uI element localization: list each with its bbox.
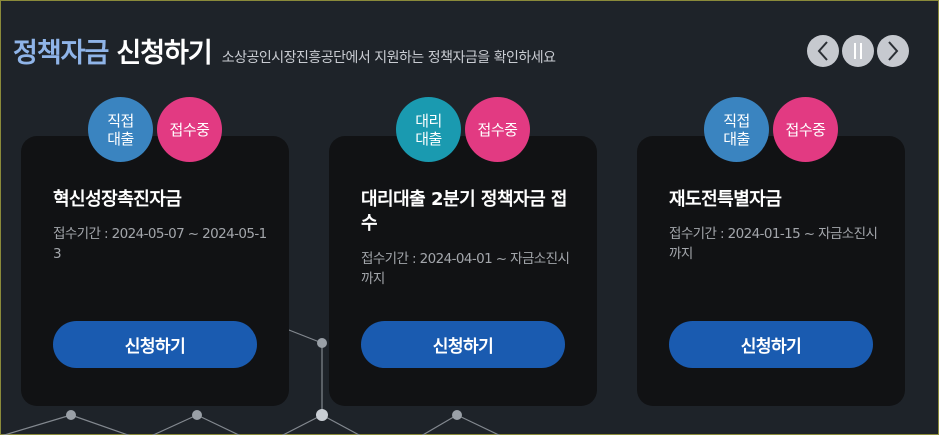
pause-button[interactable] [842, 35, 874, 67]
card-title: 재도전특별자금 [669, 189, 782, 210]
card-period: 접수기간 : 2024-04-01 ~ 자금소진시까지 [361, 251, 570, 287]
card-2-badges: 대리 대출 접수중 [396, 97, 530, 162]
chevron-right-icon [888, 41, 899, 61]
fund-card-2: 대리대출 2분기 정책자금 접수 접수기간 : 2024-04-01 ~ 자금소… [329, 136, 597, 406]
chevron-left-icon [817, 41, 828, 61]
card-period: 접수기간 : 2024-05-07 ~ 2024-05-13 [53, 226, 267, 262]
pause-icon [854, 43, 862, 59]
title-accent: 정책자금 [13, 38, 109, 69]
card-3-badges: 직접 대출 접수중 [704, 97, 838, 162]
fund-card-1: 혁신성장촉진자금 접수기간 : 2024-05-07 ~ 2024-05-13 … [21, 136, 289, 406]
prev-button[interactable] [807, 35, 839, 67]
section-header: 정책자금 신청하기 소상공인시장진흥공단에서 지원하는 정책자금을 확인하세요 [13, 31, 556, 70]
apply-button[interactable]: 신청하기 [53, 321, 257, 368]
section-subtitle: 소상공인시장진흥공단에서 지원하는 정책자금을 확인하세요 [221, 50, 556, 66]
card-title: 혁신성장촉진자금 [53, 189, 182, 210]
status-badge: 접수중 [157, 97, 222, 162]
status-badge: 접수중 [773, 97, 838, 162]
apply-button[interactable]: 신청하기 [361, 321, 565, 368]
apply-button[interactable]: 신청하기 [669, 321, 873, 368]
card-title: 대리대출 2분기 정책자금 접수 [361, 189, 567, 234]
card-period: 접수기간 : 2024-01-15 ~ 자금소진시까지 [669, 226, 878, 262]
card-1-badges: 직접 대출 접수중 [88, 97, 222, 162]
loan-type-badge: 대리 대출 [396, 97, 461, 162]
loan-type-badge: 직접 대출 [88, 97, 153, 162]
fund-card-3: 재도전특별자금 접수기간 : 2024-01-15 ~ 자금소진시까지 신청하기 [637, 136, 905, 406]
status-badge: 접수중 [465, 97, 530, 162]
page-title: 신청하기 [116, 38, 212, 69]
loan-type-badge: 직접 대출 [704, 97, 769, 162]
slider-controls [807, 35, 909, 67]
next-button[interactable] [877, 35, 909, 67]
